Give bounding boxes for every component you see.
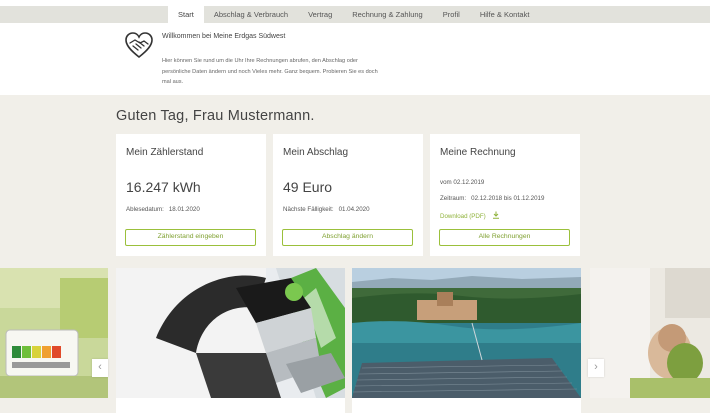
- nav-item-abschlag-verbrauch[interactable]: Abschlag & Verbrauch: [204, 6, 298, 23]
- nav-item-hilfe-kontakt[interactable]: Hilfe & Kontakt: [470, 6, 540, 23]
- reading-date-value: 18.01.2020: [168, 206, 200, 213]
- handshake-heart-icon: [124, 31, 154, 61]
- welcome-title: Willkommen bei Meine Erdgas Südwest: [162, 33, 286, 40]
- nav-item-profil[interactable]: Profil: [433, 6, 470, 23]
- reading-date-label: Ablesedatum:: [126, 206, 164, 213]
- slide-caption-box: [352, 398, 581, 413]
- carousel-slide-fuel[interactable]: [116, 268, 345, 398]
- carousel-slide-next[interactable]: [590, 268, 710, 398]
- change-installment-button[interactable]: Abschlag ändern: [282, 229, 413, 246]
- invoice-date: vom 02.12.2019: [440, 179, 485, 186]
- slide-caption-box: [116, 398, 345, 413]
- next-due-label: Nächste Fälligkeit:: [283, 206, 334, 213]
- next-due-date: Nächste Fälligkeit: 01.04.2020: [283, 206, 370, 213]
- enter-meter-reading-button[interactable]: Zählerstand eingeben: [125, 229, 256, 246]
- card-title: Mein Abschlag: [283, 147, 349, 158]
- download-pdf-label: Download (PDF): [440, 213, 486, 220]
- invoice-card: Meine Rechnung vom 02.12.2019 Zeitraum: 0…: [430, 134, 580, 256]
- next-due-value: 01.04.2020: [338, 206, 370, 213]
- card-title: Meine Rechnung: [440, 147, 516, 158]
- download-pdf-link[interactable]: Download (PDF): [440, 211, 500, 220]
- chevron-right-icon: ›: [594, 361, 598, 373]
- main-nav: Start Abschlag & Verbrauch Vertrag Rechn…: [168, 6, 539, 23]
- installment-value: 49 Euro: [283, 179, 333, 195]
- carousel-slide-lake[interactable]: [352, 268, 581, 398]
- meter-value: 16.247 kWh: [126, 179, 201, 195]
- carousel-slide-prev[interactable]: [0, 268, 108, 398]
- meter-reading-card: Mein Zählerstand 16.247 kWh Ablesedatum:…: [116, 134, 266, 256]
- carousel-prev-button[interactable]: ‹: [92, 359, 108, 377]
- chevron-left-icon: ‹: [98, 361, 102, 373]
- invoice-period-label: Zeitraum:: [440, 195, 467, 202]
- nav-item-start[interactable]: Start: [168, 6, 204, 23]
- nav-item-rechnung-zahlung[interactable]: Rechnung & Zahlung: [342, 6, 432, 23]
- carousel-next-button[interactable]: ›: [588, 359, 604, 377]
- nav-item-vertrag[interactable]: Vertrag: [298, 6, 342, 23]
- invoice-period-value: 02.12.2018 bis 01.12.2019: [471, 195, 545, 202]
- reading-date: Ablesedatum: 18.01.2020: [126, 206, 200, 213]
- all-invoices-button[interactable]: Alle Rechnungen: [439, 229, 570, 246]
- installment-card: Mein Abschlag 49 Euro Nächste Fälligkeit…: [273, 134, 423, 256]
- welcome-text: Hier können Sie rund um die Uhr Ihre Rec…: [162, 58, 378, 85]
- download-icon: [493, 211, 500, 219]
- invoice-period: Zeitraum: 02.12.2018 bis 01.12.2019: [440, 195, 544, 202]
- card-title: Mein Zählerstand: [126, 147, 204, 158]
- greeting: Guten Tag, Frau Mustermann.: [116, 108, 315, 124]
